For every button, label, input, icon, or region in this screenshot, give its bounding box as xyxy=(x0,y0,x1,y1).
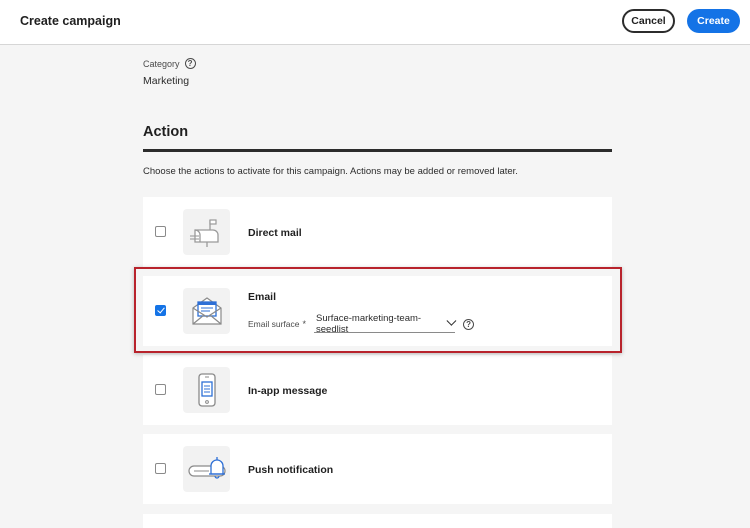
action-card-direct-mail[interactable]: Direct mail xyxy=(143,197,612,267)
push-notification-label: Push notification xyxy=(248,464,334,476)
push-notification-checkbox[interactable] xyxy=(155,463,166,474)
category-label: Category ? xyxy=(143,58,196,69)
page-title: Create campaign xyxy=(20,14,121,28)
action-section-title: Action xyxy=(143,124,189,140)
action-card-push-notification[interactable]: Push notification xyxy=(143,434,612,504)
action-description: Choose the actions to activate for this … xyxy=(143,166,518,177)
action-card-email[interactable]: Email Email surface * Surface-marketing-… xyxy=(143,276,612,346)
mailbox-icon xyxy=(183,209,230,255)
cancel-button[interactable]: Cancel xyxy=(622,9,675,33)
direct-mail-label: Direct mail xyxy=(248,227,302,239)
action-card-partial xyxy=(143,514,612,528)
category-label-text: Category xyxy=(143,58,180,69)
phone-message-icon xyxy=(183,367,230,413)
section-divider xyxy=(143,149,612,152)
in-app-message-label: In-app message xyxy=(248,385,328,397)
email-surface-value: Surface-marketing-team-seedlist xyxy=(316,312,422,335)
envelope-icon xyxy=(183,288,230,334)
top-header: Create campaign Cancel Create xyxy=(0,0,750,45)
create-button[interactable]: Create xyxy=(687,9,740,33)
email-surface-row: Email surface * Surface-marketing-team-s… xyxy=(248,312,475,335)
in-app-message-checkbox[interactable] xyxy=(155,384,166,395)
direct-mail-checkbox[interactable] xyxy=(155,226,166,237)
category-help-icon[interactable]: ? xyxy=(184,58,196,69)
email-checkbox[interactable] xyxy=(155,305,166,316)
chevron-down-icon[interactable] xyxy=(446,315,457,326)
email-surface-dropdown[interactable]: Surface-marketing-team-seedlist xyxy=(314,312,457,335)
required-asterisk: * xyxy=(302,319,307,329)
email-surface-help-icon[interactable]: ? xyxy=(463,318,475,330)
email-surface-label: Email surface xyxy=(248,319,300,329)
email-label: Email xyxy=(248,291,277,303)
category-value: Marketing xyxy=(143,75,190,87)
action-card-in-app-message[interactable]: In-app message xyxy=(143,355,612,425)
bell-notification-icon xyxy=(183,446,230,492)
